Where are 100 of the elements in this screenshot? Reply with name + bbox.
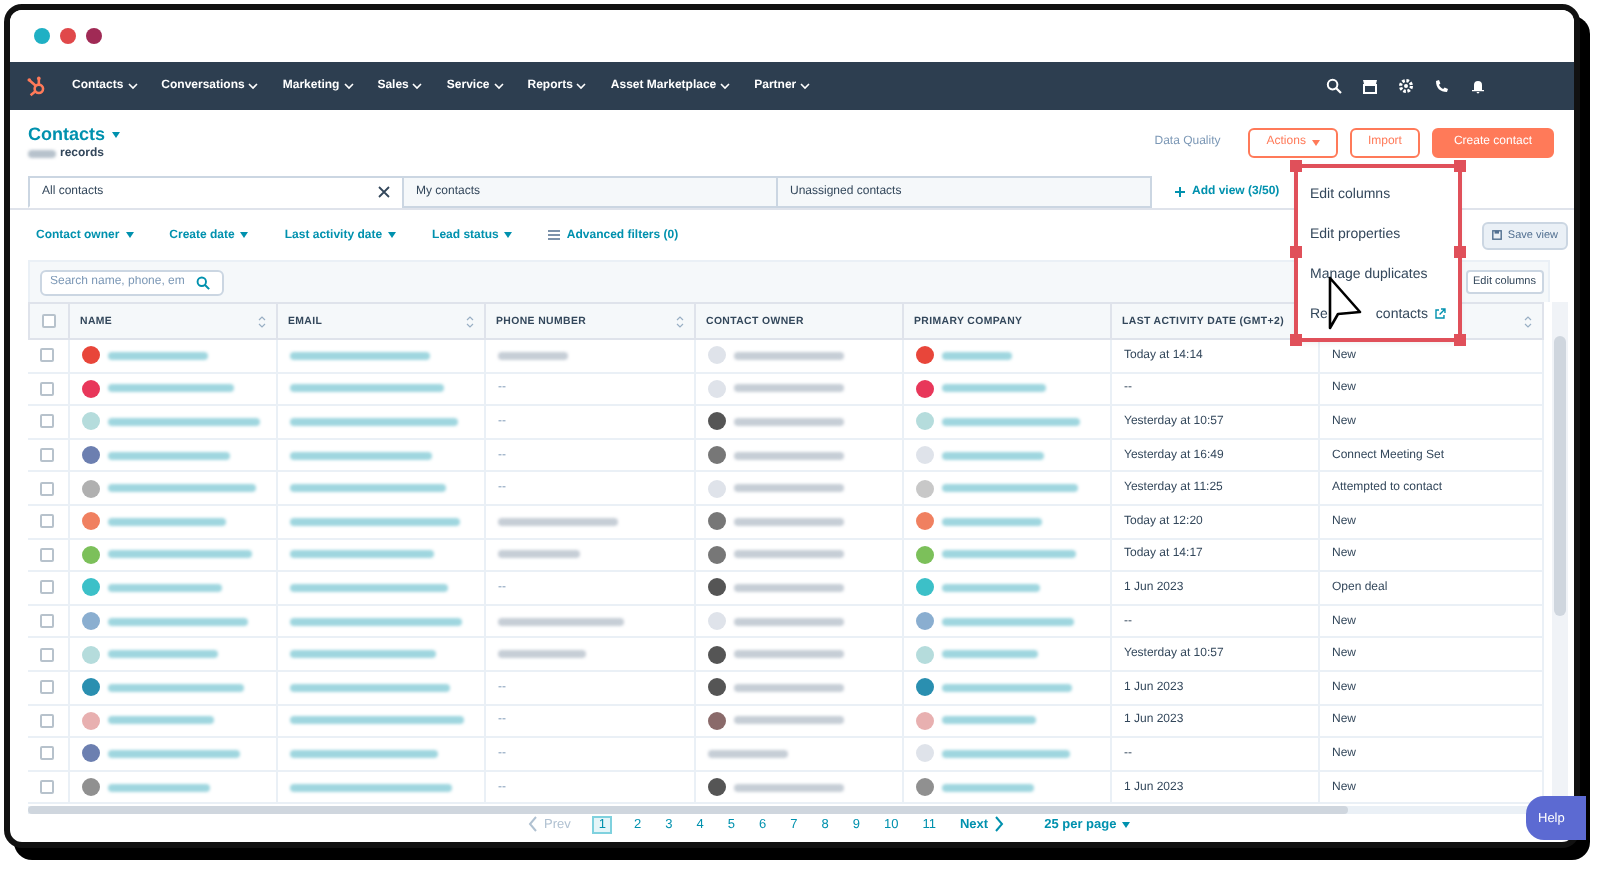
row-checkbox[interactable] bbox=[40, 448, 54, 463]
redacted-text bbox=[108, 683, 244, 692]
caret-icon bbox=[493, 82, 504, 90]
external-link-icon bbox=[1434, 308, 1446, 320]
row-checkbox[interactable] bbox=[40, 514, 54, 529]
redacted-text bbox=[942, 417, 1080, 426]
row-checkbox[interactable] bbox=[40, 381, 54, 396]
redacted-text bbox=[708, 749, 788, 758]
window-dot[interactable] bbox=[34, 28, 50, 44]
row-checkbox[interactable] bbox=[40, 780, 54, 795]
redacted-text bbox=[942, 517, 1042, 526]
redacted-text bbox=[498, 650, 586, 659]
redacted-text bbox=[734, 451, 844, 460]
caret-icon bbox=[504, 232, 513, 238]
window-dot[interactable] bbox=[60, 28, 76, 44]
scrollbar-thumb[interactable] bbox=[1554, 336, 1566, 616]
chevron-icon bbox=[528, 816, 538, 832]
caret-icon bbox=[1122, 821, 1131, 827]
redacted-text bbox=[734, 650, 844, 659]
redacted-text bbox=[942, 583, 1040, 592]
phone-icon[interactable] bbox=[1434, 78, 1450, 94]
save-icon bbox=[1491, 230, 1502, 240]
redacted-text bbox=[734, 550, 844, 559]
caret-icon bbox=[1311, 139, 1320, 145]
redacted-text bbox=[108, 617, 248, 626]
redacted-text bbox=[942, 683, 1072, 692]
redacted-text bbox=[108, 749, 240, 758]
row-checkbox[interactable] bbox=[40, 614, 54, 629]
row-checkbox[interactable] bbox=[40, 580, 54, 595]
row-checkbox[interactable] bbox=[40, 647, 54, 662]
redacted-text bbox=[290, 451, 432, 460]
caret-icon bbox=[388, 232, 397, 238]
redacted-text bbox=[108, 517, 226, 526]
redacted-text bbox=[734, 351, 844, 360]
redacted-text bbox=[734, 384, 844, 393]
row-checkbox[interactable] bbox=[40, 680, 54, 695]
filter-lines-icon bbox=[548, 230, 561, 240]
logo-icon[interactable] bbox=[26, 75, 48, 97]
redacted-text bbox=[942, 351, 1012, 360]
redacted-text bbox=[942, 783, 1034, 792]
redacted-text bbox=[942, 550, 1076, 559]
redacted-text bbox=[108, 451, 230, 460]
row-checkbox[interactable] bbox=[40, 348, 54, 363]
redacted-text bbox=[734, 683, 844, 692]
page-title[interactable]: Contacts bbox=[28, 124, 120, 144]
redacted-text bbox=[734, 716, 844, 725]
redacted-text bbox=[108, 384, 234, 393]
redacted-text bbox=[28, 150, 56, 158]
store-icon[interactable] bbox=[1362, 78, 1378, 94]
redacted-text bbox=[108, 351, 208, 360]
row-checkbox[interactable] bbox=[40, 547, 54, 562]
redacted-text bbox=[942, 384, 1046, 393]
redacted-text bbox=[290, 351, 430, 360]
sort-icon[interactable] bbox=[676, 315, 684, 327]
redacted-text bbox=[942, 484, 1078, 493]
redacted-text bbox=[498, 550, 580, 559]
caret-icon bbox=[248, 82, 259, 90]
caret-icon bbox=[720, 82, 731, 90]
bell-icon[interactable] bbox=[1470, 78, 1486, 94]
caret-icon bbox=[576, 82, 587, 90]
scrollbar-thumb[interactable] bbox=[28, 806, 1348, 815]
redacted-text bbox=[498, 517, 618, 526]
window-dot[interactable] bbox=[86, 28, 102, 44]
row-checkbox[interactable] bbox=[40, 713, 54, 728]
plus-icon bbox=[1174, 185, 1186, 197]
redacted-text bbox=[108, 550, 252, 559]
redacted-text bbox=[498, 617, 624, 626]
settings-icon[interactable] bbox=[1398, 78, 1414, 94]
row-checkbox[interactable] bbox=[40, 481, 54, 496]
redacted-text bbox=[734, 417, 844, 426]
sort-icon[interactable] bbox=[1524, 315, 1532, 327]
caret-icon bbox=[800, 82, 811, 90]
redacted-text bbox=[942, 749, 1070, 758]
chevron-icon bbox=[994, 816, 1005, 832]
redacted-text bbox=[734, 517, 844, 526]
caret-icon bbox=[127, 82, 138, 90]
row-checkbox[interactable] bbox=[40, 746, 54, 761]
caret-icon bbox=[125, 232, 134, 238]
redacted-text bbox=[498, 351, 568, 360]
redacted-text bbox=[108, 716, 214, 725]
caret-icon bbox=[240, 232, 249, 238]
redacted-text bbox=[290, 550, 434, 559]
redacted-text bbox=[108, 650, 218, 659]
sort-icon[interactable] bbox=[466, 315, 474, 327]
redacted-text bbox=[942, 650, 1038, 659]
select-all-checkbox[interactable] bbox=[42, 314, 56, 328]
sort-icon[interactable] bbox=[258, 315, 266, 327]
redacted-text bbox=[734, 484, 844, 493]
row-checkbox[interactable] bbox=[40, 414, 54, 429]
redacted-text bbox=[734, 583, 844, 592]
caret-icon bbox=[343, 82, 354, 90]
redacted-text bbox=[108, 583, 222, 592]
redacted-text bbox=[108, 783, 210, 792]
redacted-text bbox=[942, 716, 1036, 725]
redacted-text bbox=[942, 451, 1044, 460]
caret-icon bbox=[412, 82, 423, 90]
caret-icon bbox=[111, 131, 120, 137]
redacted-text bbox=[734, 783, 844, 792]
close-icon[interactable] bbox=[378, 185, 390, 197]
redacted-text bbox=[942, 617, 1074, 626]
